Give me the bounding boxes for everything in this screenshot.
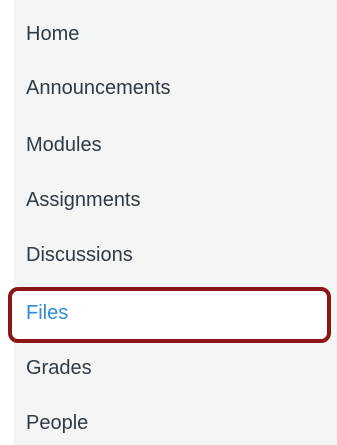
nav-item-people[interactable]: People [26,404,326,442]
nav-item-home[interactable]: Home [26,15,326,53]
nav-item-announcements[interactable]: Announcements [26,69,326,107]
nav-item-assignments[interactable]: Assignments [26,181,326,219]
nav-item-discussions[interactable]: Discussions [26,236,326,274]
course-navigation: Home Announcements Modules Assignments D… [0,0,337,445]
nav-item-files[interactable]: Files [26,294,326,332]
nav-item-modules[interactable]: Modules [26,126,326,164]
nav-item-grades[interactable]: Grades [26,349,326,387]
navigation-list: Home Announcements Modules Assignments D… [0,0,337,445]
